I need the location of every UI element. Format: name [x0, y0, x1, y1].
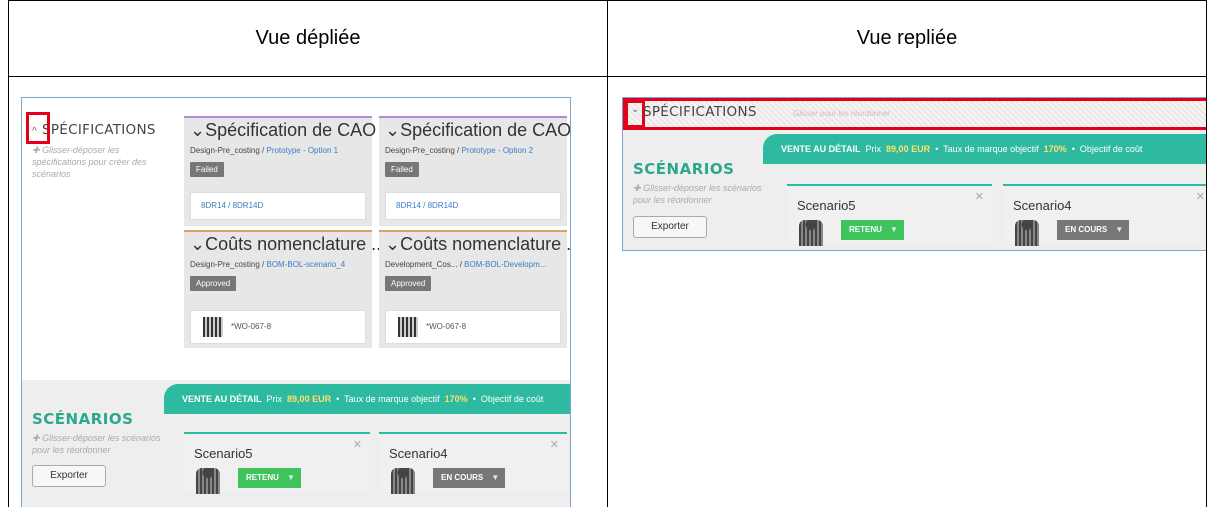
- scenario-name: Scenario4: [1013, 198, 1072, 213]
- scenario-card[interactable]: Scenario5 ✕ RETENU ▼: [184, 432, 370, 494]
- bom-card-title[interactable]: ⌄Coûts nomenclature ...: [190, 234, 386, 255]
- bom-card-ref: *WO-067-8: [231, 322, 272, 331]
- spec-section-title: SPÉCIFICATIONS: [42, 122, 156, 138]
- bom-card[interactable]: ⌄Coûts nomenclature ... Design-Pre_costi…: [184, 230, 386, 348]
- bom-card-link[interactable]: BOM-BOL-scenario_4: [266, 260, 345, 269]
- spec-card-ref[interactable]: 8DR14 / 8DR14D: [396, 201, 458, 210]
- scenarios-hint-text: Glisser-déposer les scénarios pour les r…: [633, 183, 762, 205]
- goal-label: Objectif de coût: [1079, 144, 1143, 154]
- expanded-view-cell: ^ SPÉCIFICATIONS ✚ Glisser-déposer les s…: [8, 76, 608, 507]
- close-icon[interactable]: ✕: [975, 190, 984, 203]
- garment-thumbnail: [196, 468, 220, 494]
- collapse-toggle-highlight: [625, 100, 645, 128]
- retail-band: VENTE AU DÉTAIL Prix 89,00 EUR • Taux de…: [763, 134, 1206, 164]
- margin-label: Taux de marque objectif: [943, 144, 1039, 154]
- scenario-status-dropdown[interactable]: EN COURS ▼: [433, 468, 506, 488]
- plus-icon: ✚: [32, 433, 40, 443]
- collapsed-screenshot: ⌄ SPÉCIFICATIONS Glisser pour les réordo…: [622, 97, 1206, 251]
- bom-card[interactable]: ⌄Coûts nomenclature ... Development_Cos.…: [379, 230, 570, 348]
- spec-card-title[interactable]: ⌄Spécification de CAO: [190, 120, 376, 141]
- scenario-name: Scenario5: [797, 198, 856, 213]
- goal-label: Objectif de coût: [480, 394, 544, 404]
- bom-card-item[interactable]: *WO-067-8: [385, 310, 561, 344]
- plus-icon: ✚: [32, 145, 40, 155]
- caret-down-icon: ▼: [1115, 225, 1124, 234]
- spec-card-item[interactable]: 8DR14 / 8DR14D: [385, 192, 561, 220]
- price-label: Prix: [266, 394, 283, 404]
- plus-icon: ✚: [633, 183, 641, 193]
- expanded-screenshot: ^ SPÉCIFICATIONS ✚ Glisser-déposer les s…: [21, 97, 571, 507]
- fabric-thumbnail: [398, 317, 418, 337]
- expand-toggle-highlight: [26, 112, 50, 144]
- comparison-table: Vue dépliée Vue repliée ^ SPÉCIFICATIONS…: [8, 0, 1207, 507]
- price-label: Prix: [865, 144, 882, 154]
- bom-card-title[interactable]: ⌄Coûts nomenclature ...: [385, 234, 570, 255]
- scenarios-title: SCÉNARIOS: [633, 160, 735, 178]
- price-value: 89,00 EUR: [886, 144, 931, 154]
- spec-card-title[interactable]: ⌄Spécification de CAO: [385, 120, 570, 141]
- header-left-cell: Vue dépliée: [8, 0, 608, 77]
- bom-card-subtitle: Development_Cos... / BOM-BOL-Developm...: [385, 260, 547, 269]
- scenario-name: Scenario4: [389, 446, 448, 461]
- spec-card[interactable]: ⌄Spécification de CAO Design-Pre_costing…: [379, 116, 570, 226]
- bom-card-ref: *WO-067-8: [426, 322, 467, 331]
- spec-card[interactable]: ⌄Spécification de CAO Design-Pre_costing…: [184, 116, 376, 226]
- caret-down-icon: ▼: [491, 473, 500, 482]
- scenarios-hint: ✚ Glisser-déposer les scénarios pour les…: [32, 432, 172, 456]
- band-label: VENTE AU DÉTAIL: [781, 144, 861, 154]
- spec-card-item[interactable]: 8DR14 / 8DR14D: [190, 192, 366, 220]
- spec-card-ref[interactable]: 8DR14 / 8DR14D: [201, 201, 263, 210]
- garment-thumbnail: [391, 468, 415, 494]
- scenario-status: RETENU: [849, 225, 882, 234]
- status-badge: Failed: [190, 162, 224, 177]
- spec-section: ^ SPÉCIFICATIONS ✚ Glisser-déposer les s…: [22, 98, 570, 380]
- bom-card-link[interactable]: BOM-BOL-Developm...: [464, 260, 546, 269]
- scenario-status-dropdown[interactable]: RETENU ▼: [238, 468, 301, 488]
- band-label: VENTE AU DÉTAIL: [182, 394, 262, 404]
- scenario-card[interactable]: Scenario4 ✕ EN COURS ▼: [379, 432, 567, 494]
- spec-card-subtitle: Design-Pre_costing / Prototype - Option …: [385, 146, 534, 155]
- scenario-name: Scenario5: [194, 446, 253, 461]
- spec-hint: ✚ Glisser-déposer les spécifications pou…: [32, 144, 172, 180]
- scenario-status-dropdown[interactable]: RETENU ▼: [841, 220, 904, 240]
- bom-card-item[interactable]: *WO-067-8: [190, 310, 366, 344]
- scenario-card[interactable]: Scenario5 ✕ RETENU ▼: [787, 184, 992, 246]
- margin-value: 170%: [444, 394, 468, 404]
- status-badge: Approved: [385, 276, 432, 291]
- status-badge: Approved: [190, 276, 237, 291]
- spec-card-subtitle: Design-Pre_costing / Prototype - Option …: [190, 146, 339, 155]
- price-value: 89,00 EUR: [287, 394, 332, 404]
- retail-band: VENTE AU DÉTAIL Prix 89,00 EUR • Taux de…: [164, 384, 570, 414]
- close-icon[interactable]: ✕: [353, 438, 362, 451]
- margin-value: 170%: [1043, 144, 1067, 154]
- header-left-label: Vue dépliée: [255, 27, 361, 49]
- close-icon[interactable]: ✕: [1196, 190, 1205, 203]
- scenarios-title: SCÉNARIOS: [32, 410, 134, 428]
- spec-card-link[interactable]: Prototype - Option 1: [266, 146, 338, 155]
- status-badge: Failed: [385, 162, 419, 177]
- caret-down-icon: ▼: [286, 473, 295, 482]
- close-icon[interactable]: ✕: [550, 438, 559, 451]
- header-right-cell: Vue repliée: [607, 0, 1207, 77]
- spec-hint-text: Glisser-déposer les spécifications pour …: [32, 145, 147, 179]
- scenarios-hint: ✚ Glisser-déposer les scénarios pour les…: [633, 182, 773, 206]
- collapsed-view-cell: ⌄ SPÉCIFICATIONS Glisser pour les réordo…: [607, 76, 1207, 507]
- scenario-status: RETENU: [246, 473, 279, 482]
- export-button[interactable]: Exporter: [633, 216, 707, 238]
- scenario-status: EN COURS: [441, 473, 484, 482]
- scenarios-hint-text: Glisser-déposer les scénarios pour les r…: [32, 433, 161, 455]
- scenario-card[interactable]: Scenario4 ✕ EN COURS ▼: [1003, 184, 1206, 246]
- garment-thumbnail: [799, 220, 823, 246]
- header-right-label: Vue repliée: [856, 27, 958, 49]
- garment-thumbnail: [1015, 220, 1039, 246]
- spec-section-title: SPÉCIFICATIONS: [643, 104, 757, 120]
- export-button[interactable]: Exporter: [32, 465, 106, 487]
- bom-card-subtitle: Design-Pre_costing / BOM-BOL-scenario_4: [190, 260, 346, 269]
- caret-down-icon: ▼: [889, 225, 898, 234]
- spec-card-link[interactable]: Prototype - Option 2: [461, 146, 533, 155]
- margin-label: Taux de marque objectif: [344, 394, 440, 404]
- scenario-status: EN COURS: [1065, 225, 1108, 234]
- scenario-status-dropdown[interactable]: EN COURS ▼: [1057, 220, 1130, 240]
- fabric-thumbnail: [203, 317, 223, 337]
